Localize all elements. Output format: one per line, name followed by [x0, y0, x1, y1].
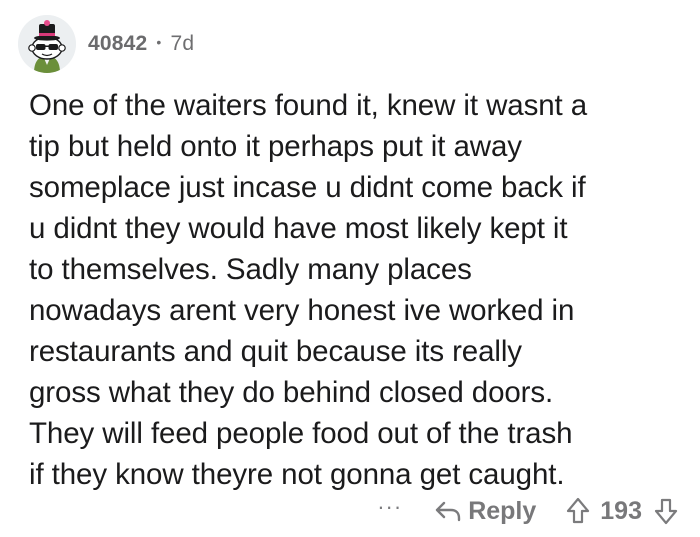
more-options-button[interactable]: ··· — [377, 494, 402, 520]
vote-score: 193 — [600, 496, 642, 525]
upvote-button[interactable] — [566, 497, 590, 525]
comment-header: 40842 • 7d — [18, 12, 194, 76]
snoo-avatar-icon — [18, 15, 76, 73]
downvote-button[interactable] — [654, 497, 678, 525]
comment-actions: ··· Reply 193 — [377, 494, 678, 528]
meta-separator: • — [156, 34, 162, 50]
vote-controls: 193 — [566, 497, 678, 526]
username[interactable]: 40842 — [88, 32, 147, 56]
reply-label: Reply — [468, 496, 537, 525]
avatar[interactable] — [18, 15, 76, 73]
reply-arrow-icon — [435, 501, 461, 522]
comment-age: 7d — [170, 32, 195, 55]
reply-button[interactable]: Reply — [434, 497, 536, 526]
comment-body: One of the waiters found it, knew it was… — [29, 89, 588, 491]
upvote-arrow-icon — [567, 497, 590, 524]
comment-meta: 40842 • 7d — [88, 32, 194, 56]
downvote-arrow-icon — [654, 498, 678, 525]
comment-card: 40842 • 7d One of the waiters found it, … — [0, 0, 700, 537]
